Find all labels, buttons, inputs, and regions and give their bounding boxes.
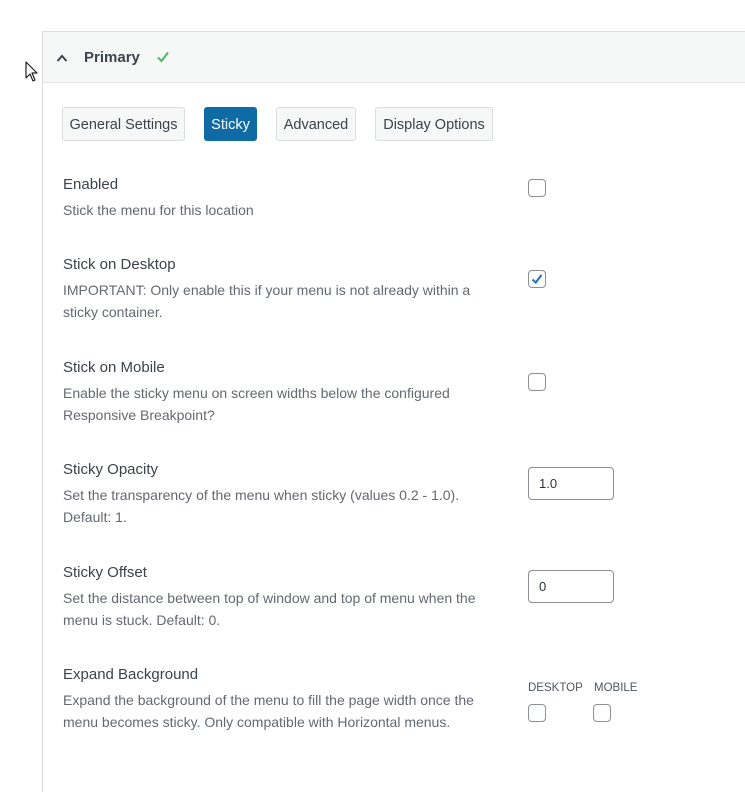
stick-mobile-checkbox[interactable] [528, 373, 546, 391]
setting-stick-mobile: Stick on Mobile Enable the sticky menu o… [63, 359, 745, 426]
expand-bg-desktop-checkbox[interactable] [528, 704, 546, 722]
checkmark-icon [157, 51, 169, 63]
setting-expand-background: Expand Background Expand the background … [63, 666, 745, 733]
mobile-label: MOBILE [594, 682, 638, 694]
menu-location-panel: Primary General Settings Sticky Advanced… [42, 31, 745, 792]
panel-header[interactable]: Primary [43, 32, 745, 83]
setting-description: Expand the background of the menu to fil… [63, 692, 474, 730]
setting-description: Set the transparency of the menu when st… [63, 487, 460, 525]
stick-desktop-checkbox[interactable] [528, 270, 546, 288]
tab-display-options[interactable]: Display Options [375, 107, 493, 141]
tab-general-settings[interactable]: General Settings [62, 107, 185, 141]
sticky-offset-input[interactable] [528, 570, 614, 603]
setting-description: Stick the menu for this location [63, 202, 254, 218]
setting-title: Stick on Desktop [63, 256, 176, 273]
chevron-up-icon[interactable] [56, 53, 68, 63]
setting-description: Set the distance between top of window a… [63, 590, 476, 628]
sticky-opacity-input[interactable] [528, 467, 614, 500]
setting-title: Stick on Mobile [63, 359, 165, 376]
enabled-checkbox[interactable] [528, 179, 546, 197]
setting-title: Enabled [63, 176, 119, 193]
setting-title: Expand Background [63, 666, 199, 683]
mouse-pointer-icon [25, 61, 38, 82]
setting-enabled: Enabled Stick the menu for this location [63, 176, 745, 221]
panel-title: Primary [84, 49, 140, 66]
setting-sticky-opacity: Sticky Opacity Set the transparency of t… [63, 461, 745, 528]
setting-stick-desktop: Stick on Desktop IMPORTANT: Only enable … [63, 256, 745, 323]
tab-advanced[interactable]: Advanced [276, 107, 356, 141]
setting-title: Sticky Offset [63, 564, 147, 581]
expand-bg-mobile-checkbox[interactable] [593, 704, 611, 722]
setting-description: IMPORTANT: Only enable this if your menu… [63, 282, 471, 320]
check-icon [531, 274, 543, 284]
setting-title: Sticky Opacity [63, 461, 159, 478]
setting-sticky-offset: Sticky Offset Set the distance between t… [63, 564, 745, 631]
setting-description: Enable the sticky menu on screen widths … [63, 385, 450, 423]
tab-sticky[interactable]: Sticky [204, 107, 257, 141]
desktop-label: DESKTOP [528, 682, 583, 694]
